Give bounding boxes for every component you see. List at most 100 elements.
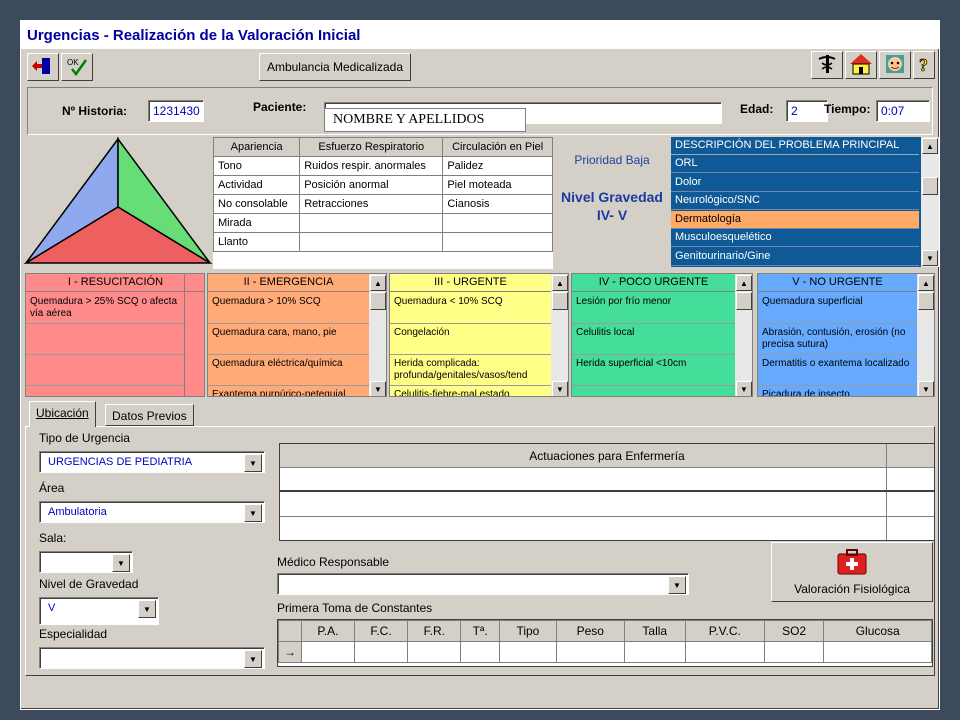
tiempo-field[interactable]: 0:07 — [876, 100, 930, 122]
edad-field[interactable]: 2 — [786, 100, 828, 122]
historia-field[interactable]: 1231430 — [148, 100, 204, 122]
constantes-cell[interactable] — [353, 641, 409, 663]
category-item[interactable]: Picadura de insecto — [758, 386, 918, 396]
scroll-down-icon[interactable]: ▼ — [552, 381, 568, 396]
scroll-down-icon[interactable]: ▼ — [922, 250, 938, 266]
scroll-up-icon[interactable]: ▲ — [922, 138, 938, 154]
especialidad-select[interactable]: ▼ — [39, 647, 265, 669]
medico-select[interactable]: ▼ — [277, 573, 689, 595]
problem-list-item[interactable]: Genitourinario/Gine — [671, 248, 919, 266]
chevron-down-icon[interactable]: ▼ — [112, 554, 130, 572]
exit-button[interactable] — [27, 53, 59, 81]
scroll-thumb[interactable] — [922, 177, 938, 195]
medical-button[interactable] — [811, 51, 843, 79]
scroll-down-icon[interactable]: ▼ — [736, 381, 752, 396]
category-item[interactable]: Quemadura cara, mano, pie — [208, 324, 370, 355]
category-scrollbar[interactable]: ▲ ▼ — [369, 274, 386, 396]
chevron-down-icon[interactable]: ▼ — [244, 650, 262, 668]
category-item[interactable]: Lesión por frío menor — [572, 293, 736, 324]
assessment-cell[interactable]: Tono — [212, 156, 301, 176]
user-button[interactable] — [879, 51, 911, 79]
actuaciones-table[interactable]: Actuaciones para Enfermería — [279, 443, 935, 541]
ok-button[interactable]: OK — [61, 53, 93, 81]
assessment-cell[interactable]: Ruidos respir. anormales — [299, 156, 444, 176]
category-item[interactable]: Dermatitis o exantema localizado — [758, 355, 918, 386]
assessment-cell[interactable] — [299, 232, 444, 252]
area-select[interactable]: Ambulatoria ▼ — [39, 501, 265, 523]
category-item[interactable] — [26, 355, 186, 386]
category-item[interactable]: Celulitis-fiebre-mal estado — [390, 386, 552, 396]
assessment-cell[interactable]: Piel moteada — [442, 175, 553, 195]
assessment-cell[interactable]: Posición anormal — [299, 175, 444, 195]
assessment-cell[interactable]: Retracciones — [299, 194, 444, 214]
category-item[interactable]: Quemadura > 10% SCQ — [208, 293, 370, 324]
help-button[interactable]: ? — [913, 51, 935, 79]
problem-list-item[interactable]: Neurológico/SNC — [671, 192, 919, 211]
constantes-cell[interactable] — [301, 641, 355, 663]
problem-list-item[interactable]: Dermatología — [671, 210, 919, 229]
sala-select[interactable]: ▼ — [39, 551, 133, 573]
chevron-down-icon[interactable]: ▼ — [244, 454, 262, 472]
tab-ubicacion[interactable]: Ubicación — [29, 401, 96, 427]
category-scrollbar[interactable]: ▲ ▼ — [735, 274, 752, 396]
scroll-up-icon[interactable]: ▲ — [552, 275, 568, 291]
constantes-cell[interactable] — [460, 641, 500, 663]
category-item[interactable]: Herida complicada: profunda/genitales/va… — [390, 355, 552, 386]
problem-list-item[interactable]: Musculoesquelético — [671, 229, 919, 248]
assessment-header-row: Apariencia Esfuerzo Respiratorio Circulaci… — [212, 137, 553, 157]
constantes-row[interactable]: → — [278, 641, 932, 663]
ambulance-button[interactable]: Ambulancia Medicalizada — [259, 53, 411, 81]
category-item[interactable]: Herida superficial <10cm — [572, 355, 736, 386]
assessment-cell[interactable]: Cianosis — [442, 194, 553, 214]
scroll-thumb[interactable] — [370, 292, 386, 310]
constantes-cell[interactable] — [763, 641, 825, 663]
assessment-cell[interactable]: Llanto — [212, 232, 301, 252]
assessment-cell[interactable] — [442, 213, 553, 233]
scroll-thumb[interactable] — [552, 292, 568, 310]
assessment-cell[interactable]: Palidez — [442, 156, 553, 176]
constantes-table[interactable]: P.A. F.C. F.R. Tª. Tipo Peso Talla P.V.C. SO2 Glu… — [277, 619, 933, 667]
category-item[interactable]: Quemadura superficial — [758, 293, 918, 324]
constantes-cell[interactable] — [407, 641, 462, 663]
category-item[interactable]: Congelación — [390, 324, 552, 355]
chevron-down-icon[interactable]: ▼ — [244, 504, 262, 522]
valoracion-fisiologica-button[interactable]: Valoración Fisiológica — [771, 542, 933, 602]
chevron-down-icon[interactable]: ▼ — [668, 576, 686, 594]
category-item[interactable]: Celulitis local — [572, 324, 736, 355]
scroll-thumb[interactable] — [736, 292, 752, 310]
scroll-thumb[interactable] — [918, 292, 934, 310]
category-item[interactable] — [26, 324, 186, 355]
assessment-cell[interactable] — [299, 213, 444, 233]
category-item[interactable]: Quemadura > 25% SCQ o afecta vía aérea — [26, 293, 186, 324]
constantes-cell[interactable] — [823, 641, 932, 663]
constantes-cell[interactable] — [684, 641, 765, 663]
scroll-up-icon[interactable]: ▲ — [918, 275, 934, 291]
problem-list-item[interactable]: ORL — [671, 155, 919, 173]
problem-list[interactable]: DESCRIPCIÓN DEL PROBLEMA PRINCIPAL ORL Dol… — [671, 137, 939, 267]
assessment-cell[interactable]: Actividad — [212, 175, 301, 195]
constantes-cell[interactable] — [623, 641, 686, 663]
category-item[interactable]: Quemadura eléctrica/química — [208, 355, 370, 386]
nivel-gravedad-select[interactable]: V ▼ — [39, 597, 159, 625]
chevron-down-icon[interactable]: ▼ — [138, 600, 156, 618]
category-scrollbar[interactable]: ▲ ▼ — [551, 274, 568, 396]
assessment-cell[interactable] — [442, 232, 553, 252]
scroll-down-icon[interactable]: ▼ — [918, 381, 934, 396]
category-item[interactable]: Abrasión, contusión, erosión (no precisa… — [758, 324, 918, 355]
home-button[interactable] — [845, 51, 877, 79]
constantes-cell[interactable] — [555, 641, 625, 663]
scroll-up-icon[interactable]: ▲ — [736, 275, 752, 291]
assessment-cell[interactable]: No consolable — [212, 194, 301, 214]
category-item[interactable] — [572, 386, 736, 396]
scroll-down-icon[interactable]: ▼ — [370, 381, 386, 396]
category-scrollbar[interactable]: ▲ ▼ — [917, 274, 934, 396]
scroll-up-icon[interactable]: ▲ — [370, 275, 386, 291]
tab-datos-previos[interactable]: Datos Previos — [105, 404, 194, 426]
category-item[interactable]: Quemadura < 10% SCQ — [390, 293, 552, 324]
tipo-urgencia-select[interactable]: URGENCIAS DE PEDIATRIA ▼ — [39, 451, 265, 473]
problem-scrollbar[interactable]: ▲ ▼ — [921, 137, 939, 267]
category-item[interactable]: Exantema purpúrico-petequial — [208, 386, 370, 396]
assessment-cell[interactable]: Mirada — [212, 213, 301, 233]
problem-list-item[interactable]: Dolor — [671, 173, 919, 192]
constantes-cell[interactable] — [498, 641, 557, 663]
